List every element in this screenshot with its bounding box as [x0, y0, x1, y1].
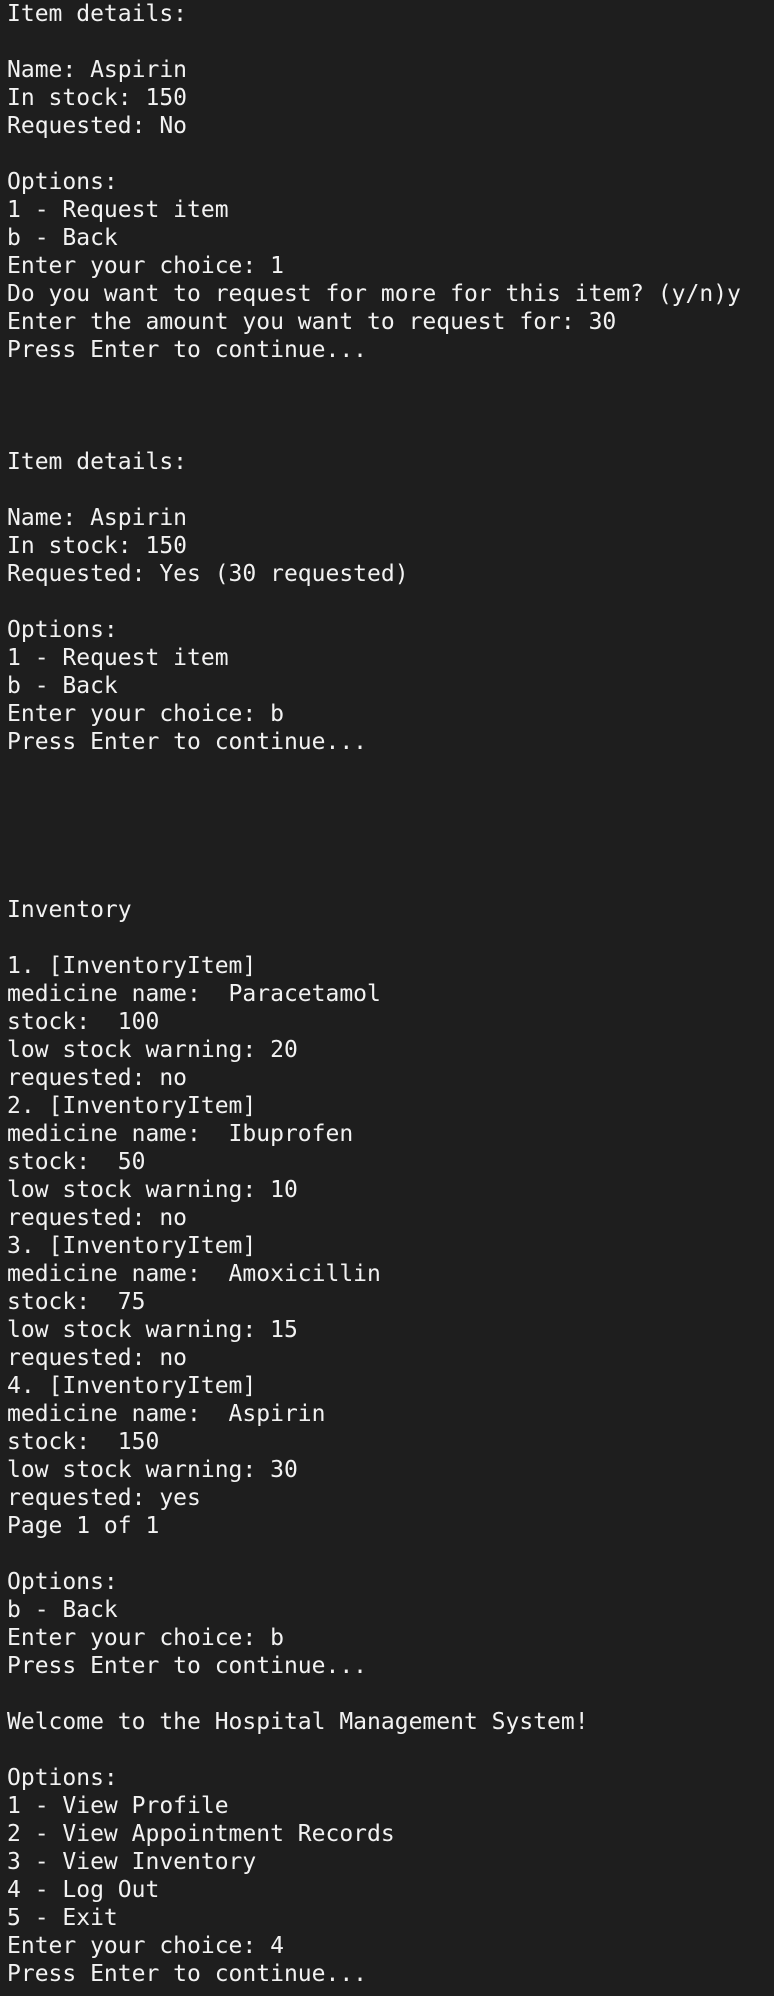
terminal-line: Options: [7, 1569, 118, 1595]
terminal-line: In stock: 150 [7, 533, 188, 559]
terminal-line: medicine name: Paracetamol [7, 981, 381, 1007]
terminal-line: 3 - View Inventory [7, 1849, 257, 1875]
terminal-line: Press Enter to continue... [7, 1653, 368, 1679]
terminal-line: low stock warning: 10 [7, 1177, 298, 1203]
terminal-line: Press Enter to continue... [7, 1961, 368, 1987]
terminal-line: Page 1 of 1 [7, 1513, 160, 1539]
terminal-line: requested: yes [7, 1485, 201, 1511]
terminal-line: b - Back [7, 1597, 118, 1623]
terminal-line: 3. [InventoryItem] [7, 1233, 257, 1259]
terminal-output[interactable]: Item details: Name: Aspirin In stock: 150 R… [0, 0, 774, 1996]
terminal-line: b - Back [7, 673, 118, 699]
terminal-line: 1 - Request item [7, 645, 229, 671]
terminal-line: stock: 150 [7, 1429, 160, 1455]
terminal-line: Item details: [7, 449, 188, 475]
terminal-line: Enter your choice: 4 [7, 1933, 284, 1959]
terminal-line: stock: 100 [7, 1009, 160, 1035]
terminal-line: medicine name: Amoxicillin [7, 1261, 381, 1287]
terminal-line: Enter the amount you want to request for… [7, 309, 617, 335]
terminal-line: requested: no [7, 1205, 188, 1231]
terminal-line: stock: 75 [7, 1289, 146, 1315]
terminal-line: Name: Aspirin [7, 505, 188, 531]
terminal-line: medicine name: Ibuprofen [7, 1121, 354, 1147]
terminal-line: requested: no [7, 1065, 188, 1091]
terminal-line: Options: [7, 169, 118, 195]
terminal-line: low stock warning: 20 [7, 1037, 298, 1063]
terminal-line: 1 - Request item [7, 197, 229, 223]
terminal-line: stock: 50 [7, 1149, 146, 1175]
terminal-line: Do you want to request for more for this… [7, 281, 741, 307]
terminal-line: 4 - Log Out [7, 1877, 160, 1903]
terminal-line: Item details: [7, 1, 188, 27]
terminal-line: low stock warning: 30 [7, 1457, 298, 1483]
terminal-line: 1 - View Profile [7, 1793, 229, 1819]
terminal-line: Enter your choice: b [7, 1625, 284, 1651]
terminal-line: Enter your choice: b [7, 701, 284, 727]
terminal-line: b - Back [7, 225, 118, 251]
terminal-line: Enter your choice: 1 [7, 253, 284, 279]
terminal-line: Press Enter to continue... [7, 337, 368, 363]
terminal-line: Name: Aspirin [7, 57, 188, 83]
terminal-line: In stock: 150 [7, 85, 188, 111]
terminal-line: 4. [InventoryItem] [7, 1373, 257, 1399]
terminal-line: 2 - View Appointment Records [7, 1821, 395, 1847]
terminal-line: 1. [InventoryItem] [7, 953, 257, 979]
terminal-line: low stock warning: 15 [7, 1317, 298, 1343]
terminal-line: Options: [7, 617, 118, 643]
terminal-line: 2. [InventoryItem] [7, 1093, 257, 1119]
terminal-line: requested: no [7, 1345, 188, 1371]
terminal-line: medicine name: Aspirin [7, 1401, 326, 1427]
terminal-line: Welcome to the Hospital Management Syste… [7, 1709, 589, 1735]
terminal-line: 5 - Exit [7, 1905, 118, 1931]
terminal-line: Options: [7, 1765, 118, 1791]
terminal-line: Requested: No [7, 113, 188, 139]
terminal-line: Requested: Yes (30 requested) [7, 561, 409, 587]
terminal-line: Inventory [7, 897, 132, 923]
terminal-line: Press Enter to continue... [7, 729, 368, 755]
